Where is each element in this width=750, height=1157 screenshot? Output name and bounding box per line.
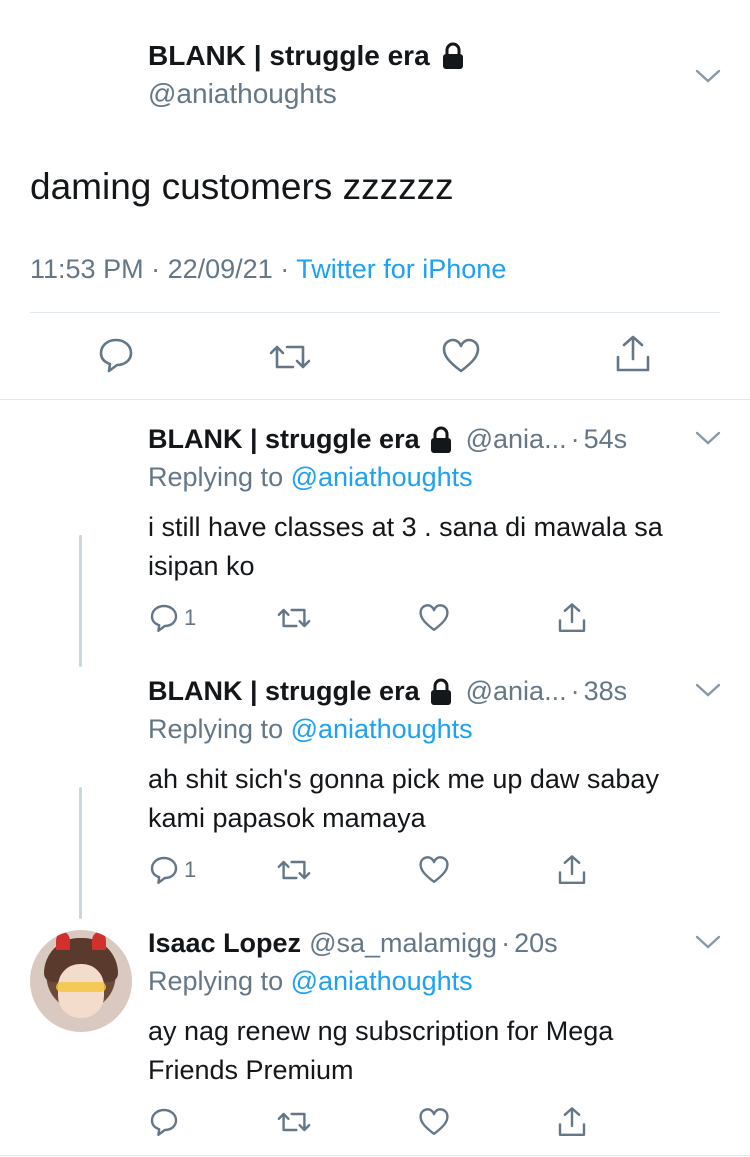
heart-icon [419, 1108, 449, 1136]
comment-bubble-icon [150, 604, 178, 632]
main-tweet-author[interactable]: BLANK | struggle era [148, 40, 466, 72]
separator: · [570, 676, 580, 706]
like-button[interactable] [418, 603, 556, 633]
lock-icon [442, 42, 463, 69]
separator: · [151, 254, 161, 284]
timestamp: 38s [583, 676, 628, 706]
display-name: BLANK | struggle era [148, 424, 420, 454]
reply-button[interactable] [148, 1106, 276, 1138]
heart-icon [419, 856, 449, 884]
reply-text: ay nag renew ng subscription for Mega Fr… [148, 1016, 614, 1085]
reply-button[interactable]: 1 [148, 854, 276, 886]
share-upload-icon [558, 603, 586, 633]
retweet-button[interactable] [276, 1106, 418, 1138]
main-tweet-handle[interactable]: @aniathoughts [148, 78, 337, 110]
divider [0, 1155, 750, 1156]
heart-icon [419, 604, 449, 632]
handle: @sa_malamigg [309, 928, 498, 958]
comment-bubble-icon [150, 1108, 178, 1136]
divider [30, 312, 720, 313]
retweet-icon [277, 608, 311, 628]
replying-to: Replying to @aniathoughts [148, 462, 473, 493]
tweet-text: daming customers zzzzzz [30, 166, 454, 207]
retweet-icon [277, 1112, 311, 1132]
like-button[interactable] [418, 1107, 556, 1137]
replying-handle-link[interactable]: @aniathoughts [291, 714, 473, 744]
like-button[interactable] [418, 855, 556, 885]
thread-line [79, 535, 82, 667]
reply-button[interactable]: 1 [148, 602, 276, 634]
separator: · [280, 254, 290, 284]
replying-to: Replying to @aniathoughts [148, 714, 473, 745]
lock-icon [430, 426, 451, 453]
reply-text: i still have classes at 3 . sana di mawa… [148, 512, 663, 581]
retweet-button[interactable] [276, 602, 418, 634]
replying-handle-link[interactable]: @aniathoughts [291, 462, 473, 492]
replying-label: Replying to [148, 714, 284, 744]
lock-icon [430, 678, 451, 705]
replying-label: Replying to [148, 966, 284, 996]
replying-label: Replying to [148, 462, 284, 492]
share-button[interactable] [556, 1105, 588, 1139]
chevron-down-icon[interactable] [694, 66, 722, 86]
reply-actions [148, 1102, 608, 1142]
retweet-icon [277, 860, 311, 880]
reply-actions: 1 [148, 598, 608, 638]
reply-count: 1 [184, 605, 197, 630]
replying-to: Replying to @aniathoughts [148, 966, 473, 997]
avatar[interactable] [30, 930, 132, 1032]
comment-bubble-icon [150, 856, 178, 884]
thread-line [79, 787, 82, 919]
display-name: BLANK | struggle era [148, 676, 420, 706]
separator: · [570, 424, 580, 454]
tweet-date: 22/09/21 [167, 254, 273, 284]
handle: @ania... [465, 424, 567, 454]
display-name: BLANK | struggle era [148, 40, 430, 71]
replying-handle-link[interactable]: @aniathoughts [291, 966, 473, 996]
retweet-icon[interactable] [268, 337, 312, 377]
divider [0, 399, 750, 400]
share-button[interactable] [556, 853, 588, 887]
separator: · [501, 928, 511, 958]
share-upload-icon[interactable] [613, 333, 653, 375]
chevron-down-icon[interactable] [694, 932, 722, 952]
share-upload-icon [558, 855, 586, 885]
tweet-time: 11:53 PM [30, 254, 144, 284]
reply-count: 1 [184, 857, 197, 882]
reply-header[interactable]: BLANK | struggle era @ania... · 54s [148, 424, 627, 455]
chevron-down-icon[interactable] [694, 680, 722, 700]
timestamp: 54s [583, 424, 628, 454]
comment-bubble-icon[interactable] [96, 335, 136, 375]
share-button[interactable] [556, 601, 588, 635]
reply-header[interactable]: BLANK | struggle era @ania... · 38s [148, 676, 627, 707]
tweet-meta: 11:53 PM · 22/09/21 · Twitter for iPhone [30, 254, 506, 285]
timestamp: 20s [514, 928, 558, 958]
reply-text: ah shit sich's gonna pick me up daw saba… [148, 764, 659, 833]
tweet-source-link[interactable]: Twitter for iPhone [296, 254, 506, 284]
handle: @ania... [465, 676, 567, 706]
reply-actions: 1 [148, 850, 608, 890]
heart-icon[interactable] [441, 337, 481, 375]
chevron-down-icon[interactable] [694, 428, 722, 448]
retweet-button[interactable] [276, 854, 418, 886]
share-upload-icon [558, 1107, 586, 1136]
display-name: Isaac Lopez [148, 928, 302, 958]
reply-header[interactable]: Isaac Lopez @sa_malamigg · 20s [148, 928, 558, 959]
